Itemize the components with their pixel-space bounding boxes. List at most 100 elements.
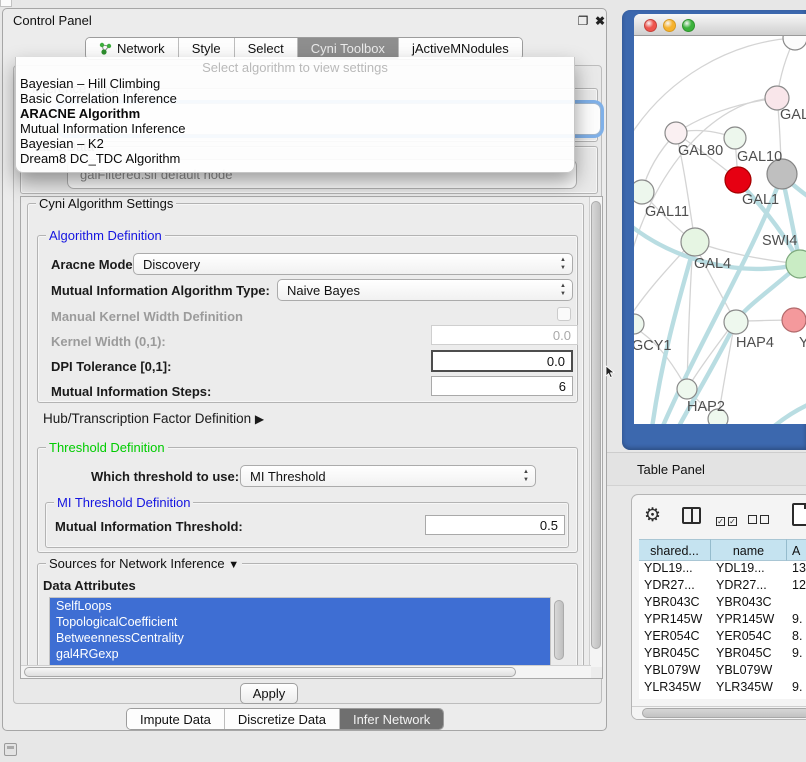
popup-item[interactable]: Bayesian – Hill Climbing (16, 76, 574, 91)
network-node[interactable] (677, 379, 697, 399)
popup-items: Bayesian – Hill ClimbingBasic Correlatio… (16, 76, 574, 166)
list-scrollbar-thumb[interactable] (554, 600, 564, 660)
tab-style[interactable]: Style (179, 38, 235, 59)
node-label: HAP2 (687, 399, 725, 415)
apply-button[interactable]: Apply (240, 683, 298, 704)
collapsed-arrow-icon[interactable]: ▶ (255, 412, 264, 426)
combo-arrows-icon: ▲▼ (560, 282, 566, 298)
settings-scrollpane: Cyni Algorithm Settings Algorithm Defini… (20, 196, 603, 679)
network-node[interactable] (634, 314, 644, 334)
network-node[interactable] (681, 228, 709, 256)
mi-threshold-title: MI Threshold Definition (54, 495, 193, 510)
table-cell: YPR145W (644, 612, 710, 626)
column-header-shared-name[interactable]: shared... (639, 539, 711, 561)
mi-threshold-field[interactable]: 0.5 (425, 515, 565, 535)
table-cell: YDR27... (716, 578, 786, 592)
node-label: GAL1 (742, 192, 779, 208)
manual-kernel-checkbox[interactable] (557, 307, 571, 321)
network-node[interactable] (724, 310, 748, 334)
table-hscrollbar[interactable] (632, 706, 806, 719)
table-cell: 9. (792, 612, 806, 626)
tab-select[interactable]: Select (235, 38, 298, 59)
popup-item[interactable]: Mutual Information Inference (16, 121, 574, 136)
manual-kernel-label: Manual Kernel Width Definition (51, 309, 243, 324)
network-graph[interactable]: GALGAL80GAL10GAL1GAL11GAL4SWI4HAP4YGCY1H… (634, 36, 806, 424)
floating-panel-icon[interactable] (4, 743, 17, 756)
table-panel-title: Table Panel (637, 462, 705, 477)
zoom-window-button[interactable] (682, 19, 695, 32)
close-panel-icon[interactable]: ✖ (593, 14, 607, 28)
table-hscrollbar-thumb[interactable] (642, 708, 806, 718)
mouse-cursor (604, 365, 616, 379)
column-header-partial[interactable]: A (787, 539, 806, 561)
popup-item[interactable]: Basic Correlation Inference (16, 91, 574, 106)
tab-cyni-toolbox[interactable]: Cyni Toolbox (298, 38, 399, 59)
which-threshold-combo[interactable]: MI Threshold ▲▼ (240, 465, 536, 487)
hub-section-label[interactable]: Hub/Transcription Factor Definition ▶ (43, 411, 264, 426)
network-node[interactable] (783, 36, 806, 50)
dpi-tolerance-label: DPI Tolerance [0,1]: (51, 359, 171, 374)
popup-item[interactable]: Dream8 DC_TDC Algorithm (16, 151, 574, 166)
node-label: GAL80 (678, 143, 723, 159)
tab-discretize-data[interactable]: Discretize Data (225, 709, 340, 729)
network-node[interactable] (725, 167, 751, 193)
aracne-mode-value: Discovery (143, 257, 200, 272)
list-item[interactable]: TopologicalCoefficient (50, 614, 550, 630)
close-window-button[interactable] (644, 19, 657, 32)
tab-jactivemnodules[interactable]: jActiveMNodules (399, 38, 522, 59)
network-icon (99, 42, 112, 55)
float-window-icon[interactable]: ❐ (576, 14, 590, 28)
aracne-mode-combo[interactable]: Discovery ▲▼ (133, 253, 573, 275)
data-attributes-label: Data Attributes (43, 578, 136, 593)
column-header-name[interactable]: name (711, 539, 787, 561)
popup-item[interactable]: Bayesian – K2 (16, 136, 574, 151)
hub-section-text: Hub/Transcription Factor Definition (43, 411, 251, 426)
table-cell: YBL079W (716, 663, 786, 677)
node-label: GCY1 (634, 338, 672, 354)
list-item[interactable]: BetweennessCentrality (50, 630, 550, 646)
network-edge[interactable] (676, 98, 777, 133)
table-cell: YDR27... (644, 578, 710, 592)
expanded-arrow-icon[interactable]: ▼ (228, 559, 239, 571)
mi-steps-field[interactable]: 6 (431, 376, 573, 396)
settings-hscrollbar[interactable] (21, 665, 591, 678)
list-item[interactable]: gal4RGexp (50, 646, 550, 662)
network-edge[interactable] (772, 402, 806, 424)
kernel-width-field[interactable]: 0.0 (431, 325, 578, 345)
gear-icon[interactable]: ⚙ (644, 504, 661, 527)
node-label: Y (799, 335, 806, 351)
network-window[interactable]: GALGAL80GAL10GAL1GAL11GAL4SWI4HAP4YGCY1H… (634, 14, 806, 424)
mi-type-combo[interactable]: Naive Bayes ▲▼ (277, 279, 573, 301)
settings-vscrollbar[interactable] (589, 197, 602, 667)
popup-placeholder: Select algorithm to view settings (16, 57, 574, 76)
network-node[interactable] (665, 122, 687, 144)
network-window-titlebar[interactable] (634, 14, 806, 36)
dpi-tolerance-field[interactable]: 0.0 (431, 350, 573, 372)
sources-title-text: Sources for Network Inference (49, 556, 225, 571)
table-cell: YBR043C (644, 595, 710, 609)
table-cell: 8. (792, 629, 806, 643)
tab-impute-data[interactable]: Impute Data (127, 709, 225, 729)
deselect-all-rows-icon[interactable] (748, 511, 769, 529)
settings-hscrollbar-thumb[interactable] (24, 667, 516, 677)
minimize-window-button[interactable] (663, 19, 676, 32)
tab-network[interactable]: Network (86, 38, 179, 59)
popup-item[interactable]: ARACNE Algorithm (16, 106, 574, 121)
settings-vscrollbar-thumb[interactable] (591, 201, 601, 649)
table-cell: YBL079W (644, 663, 710, 677)
data-attributes-list[interactable]: SelfLoopsTopologicalCoefficientBetweenne… (49, 597, 551, 667)
table-cell: YER054C (716, 629, 786, 643)
algorithm-definition-title: Algorithm Definition (46, 228, 165, 243)
node-label: GAL10 (737, 149, 782, 165)
new-table-icon[interactable] (792, 503, 806, 526)
tab-infer-network[interactable]: Infer Network (340, 709, 443, 729)
node-table[interactable]: shared... name A YDL19...YDL19...13YDR27… (639, 539, 806, 699)
network-node[interactable] (782, 308, 806, 332)
network-node[interactable] (724, 127, 746, 149)
select-all-rows-icon[interactable]: ✓✓ (716, 511, 737, 529)
network-canvas[interactable]: GALGAL80GAL10GAL1GAL11GAL4SWI4HAP4YGCY1H… (634, 36, 806, 424)
aracne-mode-label: Aracne Mode: (51, 257, 137, 272)
list-item[interactable]: SelfLoops (50, 598, 550, 614)
split-columns-icon[interactable] (682, 507, 701, 524)
network-node[interactable] (634, 180, 654, 204)
